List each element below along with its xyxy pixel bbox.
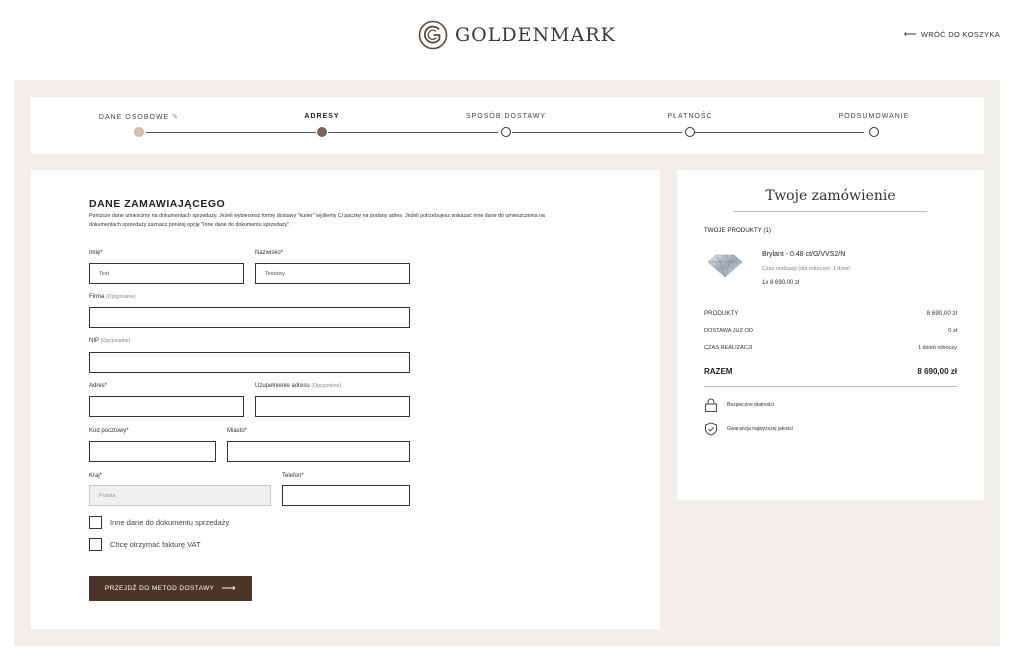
form-title: DANE ZAMAWIAJĄCEGO bbox=[89, 198, 226, 210]
address2-label: Uzupełnienie adresu (Opcjonalne) bbox=[255, 383, 342, 389]
go-to-delivery-button[interactable]: PRZEJDŹ DO METOD DOSTAWY ⟶ bbox=[89, 576, 252, 601]
nip-input[interactable] bbox=[89, 352, 410, 373]
step-label-payment: PŁATNOŚĆ bbox=[667, 113, 713, 120]
summary-row-lead-time: CZAS REALIZACJI 1 dzień roboczy bbox=[704, 345, 957, 351]
last-name-label: Nazwisko* bbox=[255, 250, 284, 256]
order-title: Twoje zamówienie bbox=[765, 188, 896, 204]
other-sales-data-checkbox[interactable] bbox=[89, 516, 102, 529]
checkout-stepper: DANE OSOBOWE ✎ ADRESY SPOSÓB DOSTAWY PŁAT… bbox=[31, 97, 984, 154]
step-dot-delivery bbox=[501, 127, 511, 137]
other-sales-data-row[interactable]: Inne dane do dokumentu sprzedaży bbox=[89, 516, 229, 529]
step-label-delivery: SPOSÓB DOSTAWY bbox=[465, 113, 547, 120]
step-dot-payment bbox=[685, 127, 695, 137]
summary-row-products: PRODUKTY 8 690,00 zł bbox=[704, 310, 957, 317]
postal-code-input[interactable] bbox=[89, 441, 216, 462]
header: GOLDENMARK ⟵ WRÓĆ DO KOSZYKA bbox=[0, 0, 1024, 80]
step-connector bbox=[512, 132, 682, 133]
pencil-icon: ✎ bbox=[172, 114, 180, 121]
address-input[interactable] bbox=[89, 396, 244, 417]
step-dot-summary bbox=[869, 127, 879, 137]
country-label: Kraj* bbox=[89, 473, 103, 479]
divider bbox=[734, 211, 927, 212]
company-label: Firma (Opcjonalne) bbox=[89, 294, 136, 300]
product-price: 1x 8 690,00 zł bbox=[762, 280, 800, 286]
vat-invoice-label: Chcę otrzymać fakturę VAT bbox=[110, 540, 201, 549]
step-label-summary: PODSUMOWANIE bbox=[838, 113, 910, 120]
secure-payments-perk: Bezpieczne płatności bbox=[704, 398, 774, 412]
postal-code-label: Kod pocztowy* bbox=[89, 428, 129, 434]
arrow-left-icon: ⟵ bbox=[903, 29, 917, 39]
shield-check-icon bbox=[705, 422, 717, 436]
nip-label: NIP (Opcjonalne) bbox=[89, 338, 131, 344]
arrow-right-icon: ⟶ bbox=[221, 583, 237, 594]
back-to-cart-link[interactable]: ⟵ WRÓĆ DO KOSZYKA bbox=[904, 29, 1000, 40]
quality-guarantee-perk: Gwarancja najwyższej jakości bbox=[704, 422, 793, 436]
lock-icon bbox=[705, 398, 717, 412]
last-name-input[interactable]: Testowy bbox=[255, 263, 410, 284]
step-dot-addresses bbox=[317, 127, 327, 137]
city-label: Miasto* bbox=[227, 428, 248, 434]
product-lead-time: Czas realizacji (dni robocze): 1 dzień bbox=[762, 266, 851, 272]
vat-invoice-row[interactable]: Chcę otrzymać fakturę VAT bbox=[89, 538, 201, 551]
step-connector bbox=[694, 132, 864, 133]
divider bbox=[704, 386, 957, 387]
vat-invoice-checkbox[interactable] bbox=[89, 538, 102, 551]
logo[interactable]: GOLDENMARK bbox=[418, 20, 616, 50]
step-dot-personal[interactable] bbox=[134, 127, 144, 137]
back-to-cart-label: WRÓĆ DO KOSZYKA bbox=[920, 30, 1000, 39]
brand-name: GOLDENMARK bbox=[455, 24, 616, 46]
phone-input[interactable] bbox=[282, 485, 410, 506]
city-input[interactable] bbox=[227, 441, 410, 462]
first-name-input[interactable]: Test bbox=[89, 263, 244, 284]
product-name[interactable]: Brylant - 0.48 ct/G/VVS2/N bbox=[762, 251, 845, 258]
first-name-label: Imię* bbox=[89, 250, 103, 256]
customer-form: DANE ZAMAWIAJĄCEGO Poniższe dane umieści… bbox=[31, 170, 660, 629]
summary-row-delivery: DOSTAWA JUŻ OD 0 zł bbox=[704, 328, 957, 334]
form-description: Poniższe dane umieścimy na dokumentach s… bbox=[89, 213, 545, 228]
logo-mark-icon bbox=[418, 20, 448, 50]
step-label-addresses: ADRESY bbox=[304, 113, 340, 120]
step-label-personal[interactable]: DANE OSOBOWE ✎ bbox=[99, 113, 179, 121]
phone-label: Telefon* bbox=[282, 473, 304, 479]
step-connector bbox=[328, 132, 498, 133]
address2-input[interactable] bbox=[255, 396, 410, 417]
diamond-icon bbox=[707, 254, 743, 278]
step-connector bbox=[146, 132, 316, 133]
summary-row-total: RAZEM 8 690,00 zł bbox=[704, 367, 957, 376]
products-heading: TWOJE PRODUKTY (1) bbox=[704, 227, 771, 234]
address-label: Adres* bbox=[89, 383, 108, 389]
company-input[interactable] bbox=[89, 307, 410, 328]
order-summary: Twoje zamówienie TWOJE PRODUKTY (1) Bryl… bbox=[677, 170, 984, 500]
go-to-delivery-label: PRZEJDŹ DO METOD DOSTAWY bbox=[104, 585, 215, 592]
country-select[interactable]: Polska bbox=[89, 485, 271, 506]
other-sales-data-label: Inne dane do dokumentu sprzedaży bbox=[110, 518, 230, 527]
